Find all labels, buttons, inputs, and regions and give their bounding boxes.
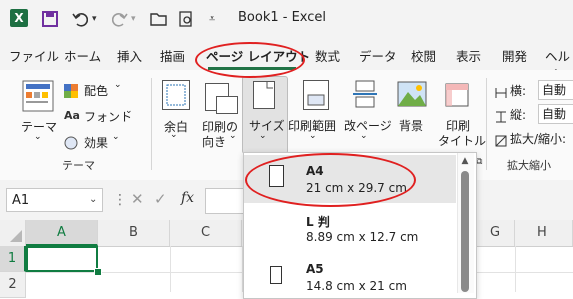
size-option-a5[interactable]: A5 14.8 cm x 21 cm	[244, 256, 456, 296]
annotation-ellipse	[195, 42, 305, 78]
fonts-icon: Aa	[64, 109, 80, 122]
orientation-button-line2[interactable]: 向き	[202, 133, 226, 150]
undo-dropdown-icon[interactable]: ▾	[92, 8, 97, 30]
group-separator	[486, 78, 487, 170]
margins-icon	[162, 80, 190, 110]
width-icon	[495, 84, 507, 98]
scale-label: 拡大/縮小:	[510, 132, 567, 146]
print-area-icon	[303, 80, 329, 110]
breaks-button[interactable]: 改ページ	[344, 117, 392, 134]
width-label: 横:	[510, 84, 527, 98]
name-box-dropdown-icon[interactable]: ⌄	[89, 194, 97, 205]
cancel-icon[interactable]: ✕	[131, 190, 144, 208]
orientation-landscape-icon	[216, 96, 238, 114]
breaks-icon	[351, 80, 379, 108]
theme-group-label: テーマ	[62, 159, 95, 172]
effects-button[interactable]: 効果	[84, 134, 108, 151]
tab-review[interactable]: 校閲	[411, 46, 436, 65]
row-header-1[interactable]: 1	[0, 246, 26, 272]
size-dimensions: 8.89 cm x 12.7 cm	[306, 230, 419, 244]
theme-icon	[22, 80, 54, 112]
colors-button[interactable]: 配色	[84, 82, 108, 99]
column-header-g[interactable]: G	[475, 220, 515, 246]
column-header-h[interactable]: H	[515, 220, 573, 246]
column-header-a[interactable]: A	[26, 220, 98, 246]
effects-dropdown-icon[interactable]: ⌄	[112, 132, 120, 142]
print-titles-icon	[444, 80, 472, 108]
tab-insert[interactable]: 挿入	[117, 46, 142, 65]
more-options-icon: ⋮	[113, 192, 127, 208]
size-dropdown-icon: ⌄	[259, 131, 267, 141]
height-select[interactable]: 自動	[538, 104, 573, 124]
active-cell-a1[interactable]	[26, 246, 98, 272]
tab-view[interactable]: 表示	[456, 46, 481, 65]
window-title: Book1 - Excel	[238, 10, 327, 25]
effects-icon	[64, 135, 78, 150]
grid-line	[170, 246, 171, 292]
open-folder-icon[interactable]	[150, 8, 168, 30]
scroll-up-icon[interactable]: ▲	[458, 153, 472, 169]
save-icon[interactable]	[42, 8, 58, 30]
height-icon	[495, 108, 507, 123]
size-option-l[interactable]: L 判 8.89 cm x 12.7 cm	[244, 205, 456, 253]
theme-dropdown-icon[interactable]: ⌄	[34, 132, 42, 142]
customize-qat-icon[interactable]: ⩡	[209, 8, 215, 30]
page-portrait-icon	[270, 266, 282, 284]
formula-input[interactable]	[205, 188, 247, 214]
undo-icon[interactable]	[72, 8, 88, 30]
orientation-dropdown-icon[interactable]: ⌄	[229, 131, 237, 141]
enter-icon[interactable]: ✓	[154, 190, 167, 208]
redo-dropdown-icon[interactable]: ▾	[131, 8, 136, 30]
grid-line	[515, 246, 516, 292]
annotation-ellipse	[245, 153, 416, 207]
fill-handle[interactable]	[94, 268, 102, 276]
group-separator	[151, 78, 152, 170]
tab-home[interactable]: ホーム	[64, 46, 101, 65]
colors-dropdown-icon[interactable]: ⌄	[114, 80, 122, 90]
excel-logo-icon: X	[10, 9, 28, 27]
fonts-dropdown-icon[interactable]: ⌄	[125, 106, 133, 116]
scrollbar-thumb[interactable]	[461, 171, 469, 292]
size-dimensions: 14.8 cm x 21 cm	[306, 279, 407, 293]
print-titles-button-line2[interactable]: タイトル	[438, 132, 486, 149]
scale-icon	[495, 132, 507, 147]
print-area-dropdown-icon[interactable]: ⌄	[309, 131, 317, 141]
print-preview-icon[interactable]	[178, 8, 194, 30]
row-header-2[interactable]: 2	[0, 272, 26, 298]
tab-draw[interactable]: 描画	[160, 46, 185, 65]
insert-function-icon[interactable]: fx	[181, 190, 194, 206]
height-label: 縦:	[510, 108, 527, 122]
background-icon	[397, 80, 427, 108]
select-all-corner[interactable]	[0, 220, 26, 246]
size-name: L 判	[306, 215, 330, 229]
size-button-label: サイズ	[249, 119, 285, 133]
tab-file[interactable]: ファイル	[9, 46, 59, 65]
breaks-dropdown-icon[interactable]: ⌄	[360, 131, 368, 141]
column-header-c[interactable]: C	[170, 220, 242, 246]
tab-data[interactable]: データ	[359, 46, 397, 65]
width-select[interactable]: 自動	[538, 80, 573, 100]
size-name: A5	[306, 262, 324, 276]
tab-developer[interactable]: 開発	[502, 46, 527, 65]
size-icon	[253, 81, 275, 109]
colors-icon	[64, 83, 78, 98]
background-button[interactable]: 背景	[399, 117, 423, 134]
margins-dropdown-icon[interactable]: ⌄	[170, 130, 178, 140]
column-header-b[interactable]: B	[98, 220, 170, 246]
scale-group-label: 拡大縮小	[507, 159, 551, 172]
redo-icon[interactable]	[112, 8, 128, 30]
tab-formulas[interactable]: 数式	[315, 46, 340, 65]
